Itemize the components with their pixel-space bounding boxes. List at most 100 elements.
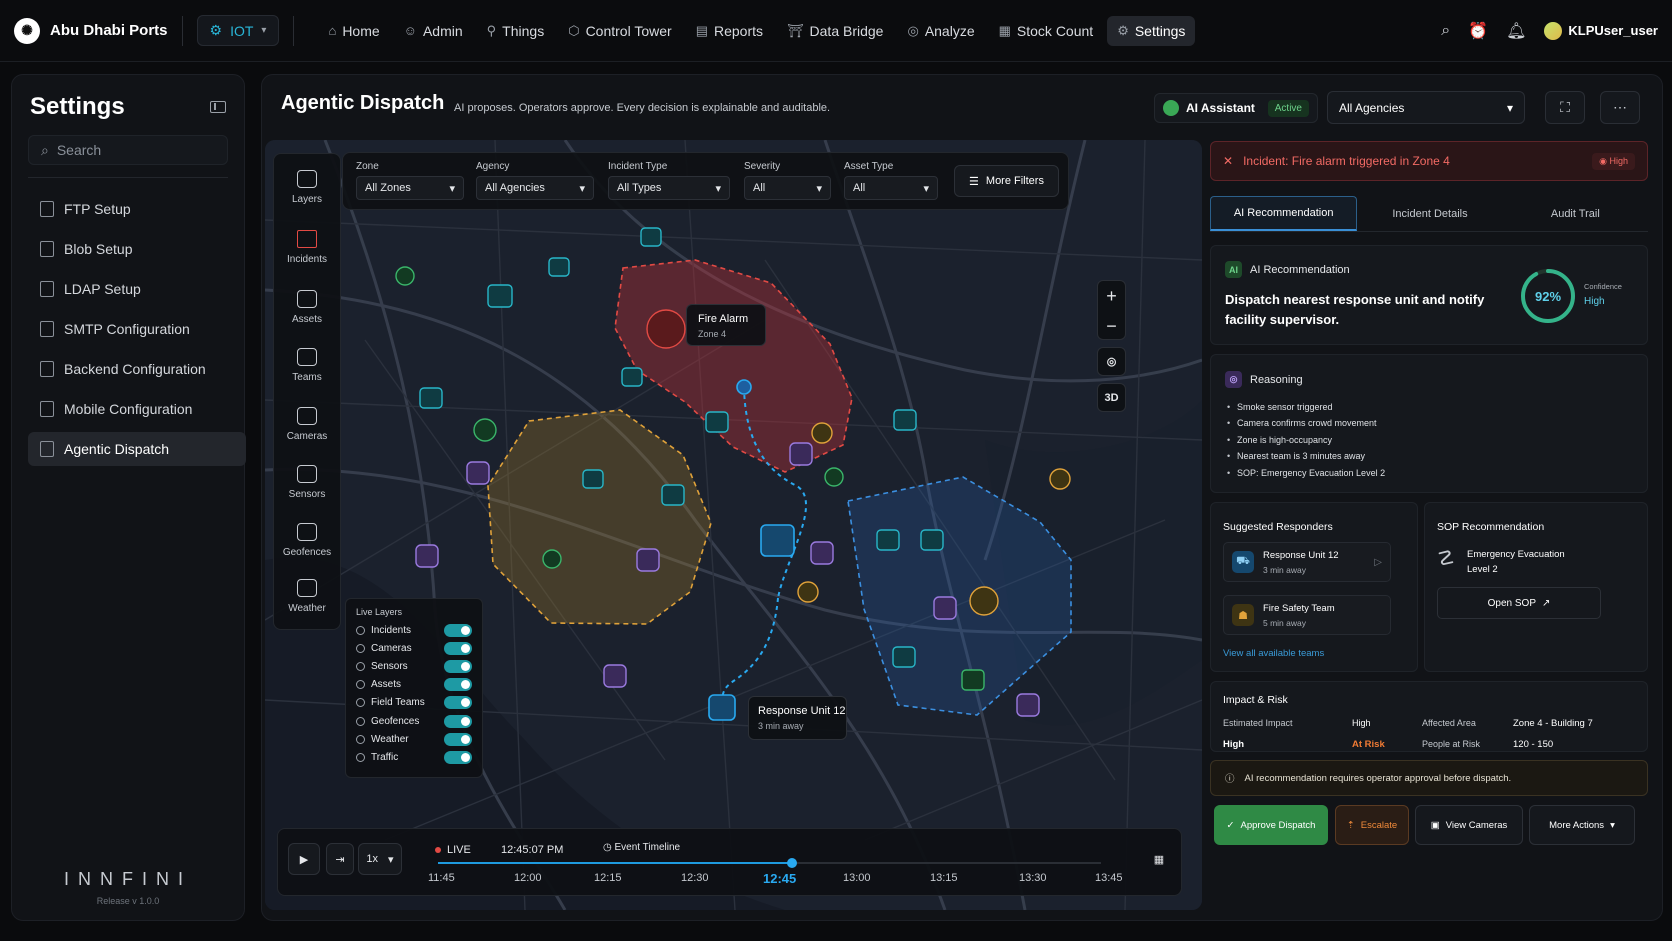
view-cameras-button[interactable]: ▣ View Cameras (1415, 805, 1523, 845)
camera-icon (356, 643, 365, 653)
filter-select[interactable]: All ▾ (744, 176, 831, 200)
live-layer-assets[interactable]: Assets (356, 676, 472, 694)
live-layer-incidents[interactable]: Incidents (356, 621, 472, 639)
layer-cameras[interactable]: Cameras (274, 407, 340, 442)
fullscreen-button[interactable]: ⛶ (1545, 91, 1585, 124)
layer-geofences[interactable]: Geofences (274, 523, 340, 558)
timeline-track[interactable] (438, 858, 1101, 868)
layer-sensors[interactable]: Sensors (274, 465, 340, 500)
filter-incident-type[interactable]: Incident Type All Types ▾ (608, 161, 730, 200)
sidebar-item-mobile[interactable]: Mobile Configuration (28, 392, 246, 426)
bell-icon[interactable]: 🔔︎ (1506, 21, 1526, 41)
search-input[interactable]: ⌕ Search (28, 135, 228, 165)
nav-settings[interactable]: ⚙ Settings (1107, 15, 1196, 46)
layer-layers[interactable]: Layers (274, 170, 340, 205)
speed-select[interactable]: 1x ▾ (358, 843, 402, 875)
filter-agency[interactable]: Agency All Agencies ▾ (476, 161, 594, 200)
filter-select[interactable]: All Zones ▾ (356, 176, 464, 200)
play-button[interactable]: ▶ (288, 843, 320, 875)
tab-audit-trail[interactable]: Audit Trail (1503, 196, 1648, 231)
step-button[interactable]: ⇥ (326, 843, 354, 875)
live-layer-field-teams[interactable]: Field Teams (356, 694, 472, 712)
live-layer-toggle[interactable] (444, 714, 472, 728)
sidebar-item-ldap[interactable]: LDAP Setup (28, 272, 246, 306)
more-actions-button[interactable]: More Actions ▾ (1529, 805, 1635, 845)
open-sop-button[interactable]: Open SOP ↗ (1437, 587, 1601, 619)
live-layer-toggle[interactable] (444, 696, 472, 710)
calendar-button[interactable]: ▦ (1148, 843, 1170, 875)
response-unit-callout[interactable]: Response Unit 12 3 min away (748, 696, 847, 740)
3d-toggle-button[interactable]: 3D (1097, 383, 1126, 412)
search-icon[interactable]: ⌕ (1441, 22, 1450, 40)
sidebar-item-agentic-dispatch[interactable]: Agentic Dispatch (28, 432, 246, 466)
layer-incidents[interactable]: Incidents (274, 230, 340, 265)
live-layer-traffic[interactable]: Traffic (356, 748, 472, 766)
responder-item[interactable]: ⛟ Response Unit 12 3 min away ▷ (1223, 542, 1391, 582)
nav-things[interactable]: ⚲ Things (477, 16, 555, 46)
collapse-sidebar-icon[interactable] (210, 101, 226, 113)
estimated-impact-label: Estimated Impact (1223, 718, 1293, 728)
user-menu[interactable]: KLPUser_user (1544, 21, 1658, 40)
live-layer-toggle[interactable] (444, 750, 472, 764)
tab-incident-details[interactable]: Incident Details (1357, 196, 1502, 231)
nav-admin[interactable]: ☺ Admin (394, 16, 473, 46)
live-layer-sensors[interactable]: Sensors (356, 657, 472, 675)
affected-area-value: Zone 4 - Building 7 (1513, 718, 1593, 729)
nav-stock-count[interactable]: ▦ Stock Count (989, 16, 1104, 46)
alarm-icon[interactable]: ⏰ (1468, 21, 1488, 41)
live-layer-toggle[interactable] (444, 732, 472, 746)
more-options-button[interactable]: ⋯ (1600, 91, 1640, 124)
live-layer-cameras[interactable]: Cameras (356, 639, 472, 657)
escalate-button[interactable]: ⇡ Escalate (1335, 805, 1409, 845)
approve-dispatch-button[interactable]: ✓ Approve Dispatch (1214, 805, 1328, 845)
reason-item: Camera confirms crowd movement (1225, 415, 1385, 432)
locate-button[interactable]: ◎ (1097, 347, 1126, 376)
filter-select[interactable]: All Types ▾ (608, 176, 730, 200)
ai-assistant-toggle[interactable]: AI Assistant Active (1154, 93, 1318, 123)
live-layer-toggle[interactable] (444, 641, 472, 655)
filter-severity[interactable]: Severity All ▾ (744, 161, 831, 200)
responder-item[interactable]: ☗ Fire Safety Team 5 min away (1223, 595, 1391, 635)
timeline-handle[interactable] (787, 858, 797, 868)
nav-analyze[interactable]: ◎ Analyze (897, 16, 984, 46)
zoom-in-button[interactable]: + (1098, 281, 1125, 311)
sidebar-item-blob[interactable]: Blob Setup (28, 232, 246, 266)
sidebar-item-ftp[interactable]: FTP Setup (28, 192, 246, 226)
view-all-teams-link[interactable]: View all available teams (1223, 648, 1324, 659)
layer-teams[interactable]: Teams (274, 348, 340, 383)
filter-asset-type[interactable]: Asset Type All ▾ (844, 161, 938, 200)
nav-control-tower[interactable]: ⬡ Control Tower (558, 16, 681, 46)
brand[interactable]: ✺ Abu Dhabi Ports (14, 17, 168, 44)
fire-alarm-callout[interactable]: Fire Alarm Zone 4 (686, 304, 766, 346)
filter-label: Severity (744, 161, 781, 172)
live-layer-toggle[interactable] (444, 678, 472, 692)
tab-ai-recommendation[interactable]: AI Recommendation (1210, 196, 1358, 231)
live-layer-toggle[interactable] (444, 659, 472, 673)
sidebar-item-backend[interactable]: Backend Configuration (28, 352, 246, 386)
sidebar-item-smtp[interactable]: SMTP Configuration (28, 312, 246, 346)
filter-value: All Agencies (485, 182, 545, 194)
nav-data-bridge[interactable]: ⛩ Data Bridge (777, 16, 893, 46)
nav-reports[interactable]: ▤ Reports (686, 16, 773, 46)
module-selector[interactable]: ⚙ IOT ▾ (196, 15, 280, 46)
incident-banner[interactable]: ✕ Incident: Fire alarm triggered in Zone… (1210, 141, 1648, 181)
nav-home[interactable]: ⌂ Home (318, 16, 389, 46)
dispatch-map[interactable]: Layers Incidents Assets Teams Cameras Se… (265, 140, 1202, 910)
layer-weather[interactable]: Weather (274, 579, 340, 614)
expand-icon: ⛶ (1560, 99, 1570, 115)
more-filters-button[interactable]: ☰ More Filters (954, 165, 1059, 197)
filter-select[interactable]: All Agencies ▾ (476, 176, 594, 200)
navigate-icon[interactable]: ▷ (1374, 557, 1382, 568)
filter-zone[interactable]: Zone All Zones ▾ (356, 161, 464, 200)
filter-select[interactable]: All ▾ (844, 176, 938, 200)
layer-assets[interactable]: Assets (274, 290, 340, 325)
live-layer-toggle[interactable] (444, 623, 472, 637)
live-layer-geofences[interactable]: Geofences (356, 712, 472, 730)
confidence-label: Confidence (1584, 282, 1622, 291)
incident-icon: ✕ (1223, 154, 1234, 168)
teams-icon (356, 698, 365, 708)
zoom-out-button[interactable]: − (1098, 311, 1125, 341)
live-layer-weather[interactable]: Weather (356, 730, 472, 748)
agency-select[interactable]: All Agencies ▾ (1327, 91, 1525, 124)
filter-value: All Zones (365, 182, 411, 194)
